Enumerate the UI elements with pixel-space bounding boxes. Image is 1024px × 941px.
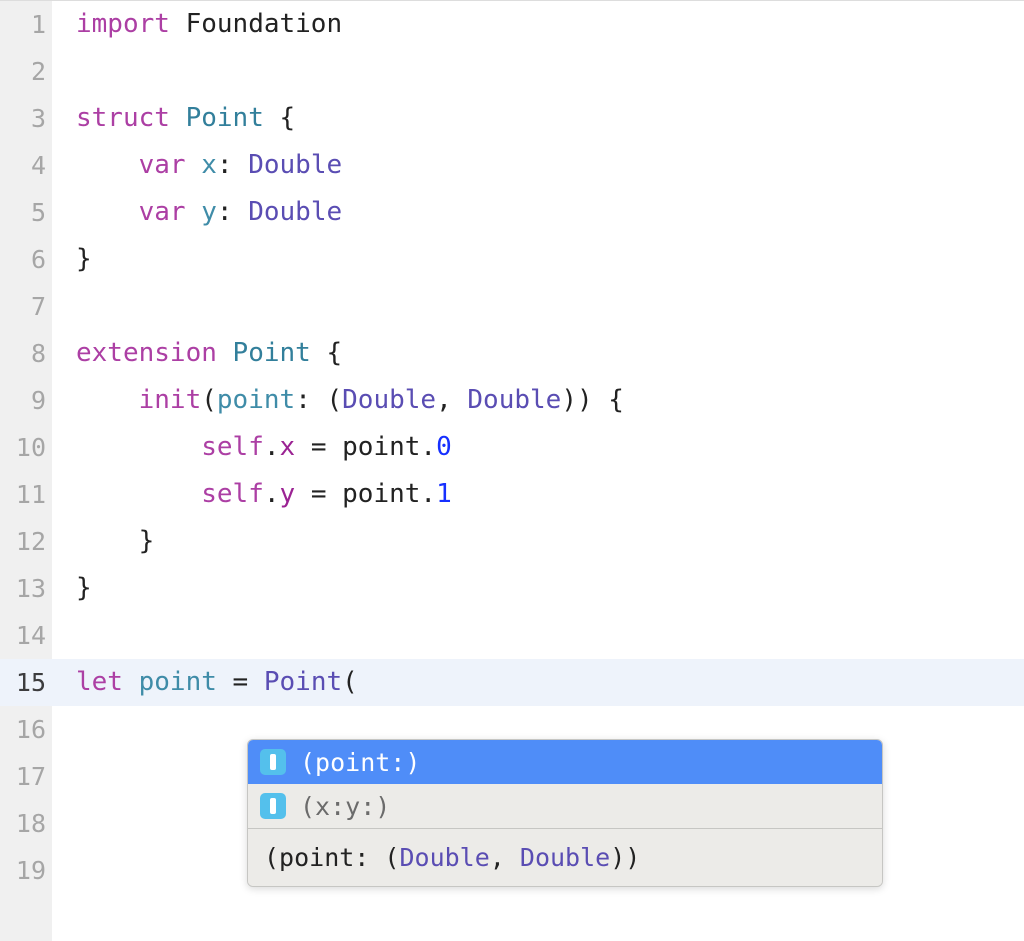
code-token: = [217, 667, 264, 697]
line-number: 15 [0, 659, 52, 706]
autocomplete-item-label: (x:y:) [300, 792, 390, 821]
code-line[interactable]: struct Point { [52, 95, 1024, 142]
line-number: 1 [0, 1, 52, 48]
code-token: x [201, 150, 217, 180]
code-token: : [217, 150, 248, 180]
detail-type-1: Double [399, 843, 489, 872]
code-token: 1 [436, 479, 452, 509]
line-number: 7 [0, 283, 52, 330]
code-line[interactable] [52, 283, 1024, 330]
code-token [76, 197, 139, 227]
line-number: 5 [0, 189, 52, 236]
code-token: Point [264, 667, 342, 697]
code-token: } [76, 526, 154, 556]
code-token: Double [248, 197, 342, 227]
line-number: 6 [0, 236, 52, 283]
line-number-gutter: 12345678910111213141516171819 [0, 1, 52, 941]
code-token: = point. [295, 432, 436, 462]
code-line[interactable]: import Foundation [52, 1, 1024, 48]
autocomplete-item[interactable]: (x:y:) [248, 784, 882, 828]
code-editor[interactable]: 12345678910111213141516171819 import Fou… [0, 0, 1024, 941]
code-token: ( [201, 385, 217, 415]
autocomplete-item[interactable]: (point:) [248, 740, 882, 784]
line-number: 19 [0, 847, 52, 894]
detail-mid: , [490, 843, 520, 872]
code-line[interactable]: var x: Double [52, 142, 1024, 189]
line-number: 11 [0, 471, 52, 518]
code-token: : ( [295, 385, 342, 415]
code-token: Foundation [186, 9, 343, 39]
code-token: y [280, 479, 296, 509]
initializer-icon [260, 793, 286, 819]
line-number: 2 [0, 48, 52, 95]
code-token: = point. [295, 479, 436, 509]
code-token: point [217, 385, 295, 415]
code-token: self [201, 432, 264, 462]
line-number: 17 [0, 753, 52, 800]
autocomplete-list[interactable]: (point:) (x:y:) [248, 740, 882, 828]
code-line[interactable]: } [52, 236, 1024, 283]
code-token: { [311, 338, 342, 368]
code-token: Double [342, 385, 436, 415]
autocomplete-detail: (point: (Double, Double)) [248, 828, 882, 886]
code-token: import [76, 9, 186, 39]
code-token: } [76, 573, 92, 603]
code-token: { [264, 103, 295, 133]
code-line[interactable] [52, 612, 1024, 659]
code-token [76, 150, 139, 180]
code-token [76, 479, 201, 509]
code-token: struct [76, 103, 186, 133]
code-token: Point [186, 103, 264, 133]
line-number: 4 [0, 142, 52, 189]
code-token: Point [233, 338, 311, 368]
line-number: 3 [0, 95, 52, 142]
code-line[interactable]: } [52, 565, 1024, 612]
code-token: point [139, 667, 217, 697]
code-token: var [139, 150, 202, 180]
code-line[interactable]: } [52, 518, 1024, 565]
line-number: 10 [0, 424, 52, 471]
code-line[interactable]: self.y = point.1 [52, 471, 1024, 518]
code-token: . [264, 432, 280, 462]
code-token: ( [342, 667, 358, 697]
line-number: 16 [0, 706, 52, 753]
detail-prefix: (point: ( [264, 843, 399, 872]
autocomplete-item-label: (point:) [300, 748, 420, 777]
code-line[interactable]: init(point: (Double, Double)) { [52, 377, 1024, 424]
code-token: let [76, 667, 139, 697]
line-number: 13 [0, 565, 52, 612]
code-token: var [139, 197, 202, 227]
code-token: . [264, 479, 280, 509]
detail-suffix: )) [610, 843, 640, 872]
code-token: y [201, 197, 217, 227]
code-token: )) { [561, 385, 624, 415]
line-number: 14 [0, 612, 52, 659]
code-token: extension [76, 338, 233, 368]
code-token: : [217, 197, 248, 227]
line-number: 8 [0, 330, 52, 377]
line-number: 9 [0, 377, 52, 424]
code-line[interactable]: var y: Double [52, 189, 1024, 236]
initializer-icon [260, 749, 286, 775]
code-token: 0 [436, 432, 452, 462]
line-number: 12 [0, 518, 52, 565]
code-token: Double [467, 385, 561, 415]
detail-type-2: Double [520, 843, 610, 872]
code-line[interactable] [52, 48, 1024, 95]
line-number: 18 [0, 800, 52, 847]
autocomplete-popup[interactable]: (point:)(x:y:) (point: (Double, Double)) [247, 739, 883, 887]
code-token: } [76, 244, 92, 274]
code-token: self [201, 479, 264, 509]
code-token: init [139, 385, 202, 415]
code-token [76, 385, 139, 415]
code-line[interactable]: extension Point { [52, 330, 1024, 377]
code-token [76, 432, 201, 462]
code-line[interactable]: self.x = point.0 [52, 424, 1024, 471]
code-token: Double [248, 150, 342, 180]
code-token: , [436, 385, 467, 415]
code-line[interactable]: let point = Point( [52, 659, 1024, 706]
code-token: x [280, 432, 296, 462]
